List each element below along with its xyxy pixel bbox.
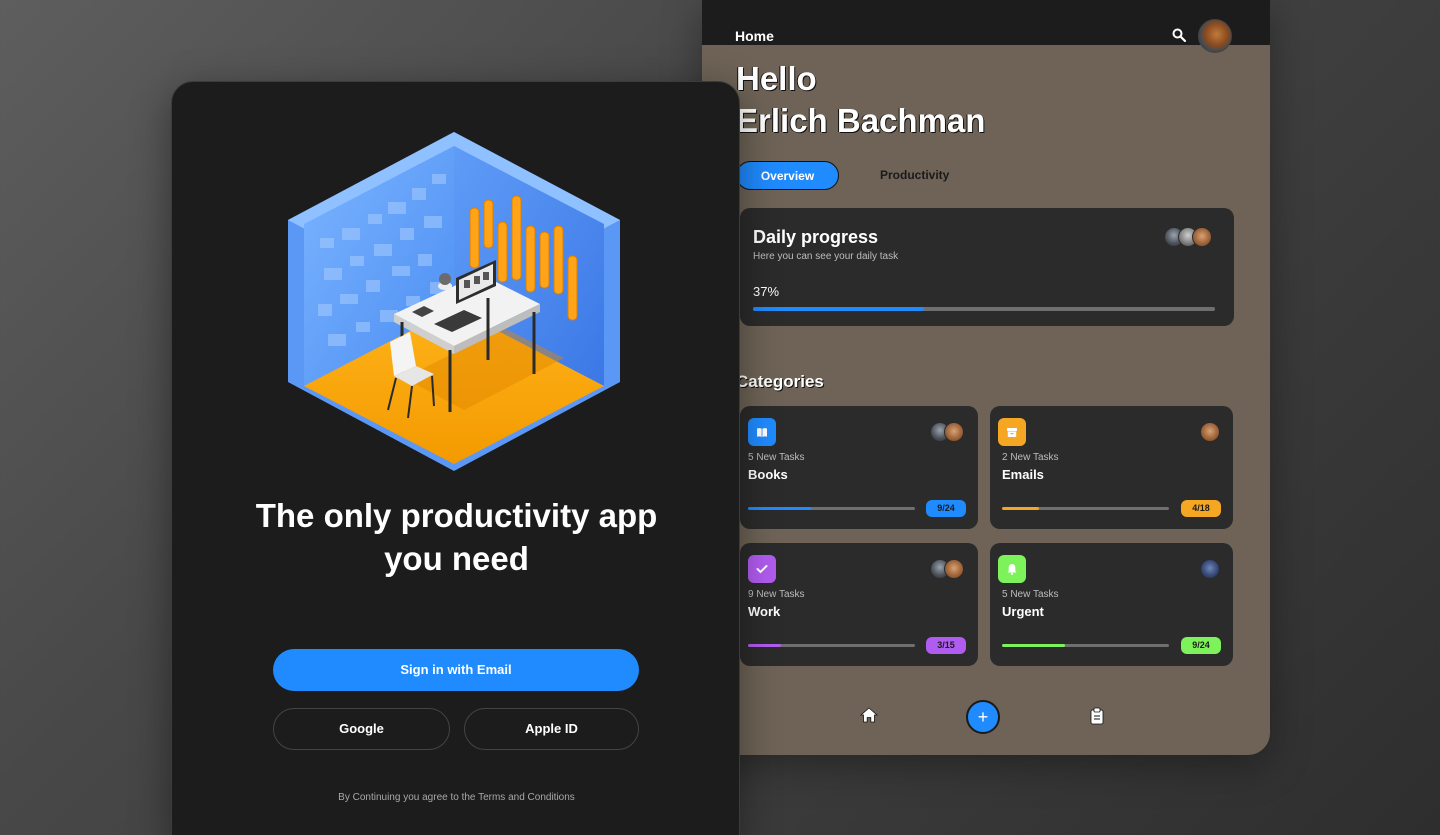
category-badge: 3/15 [926, 637, 966, 654]
category-task-count: 9 New Tasks [748, 589, 805, 600]
check-icon [748, 555, 776, 583]
category-avatars [1200, 422, 1220, 442]
profile-avatar[interactable] [1198, 19, 1232, 53]
tab-overview[interactable]: Overview [736, 161, 839, 190]
category-avatars [1200, 559, 1220, 579]
category-badge: 9/24 [926, 500, 966, 517]
category-task-count: 5 New Tasks [1002, 589, 1059, 600]
category-task-count: 5 New Tasks [748, 452, 805, 463]
home-icon[interactable] [860, 706, 878, 724]
category-card-urgent[interactable]: 5 New Tasks Urgent 9/24 [990, 543, 1233, 666]
add-task-button[interactable]: + [966, 700, 1000, 734]
greeting: Hello Erlich Bachman [736, 58, 985, 142]
google-signin-button[interactable]: Google [273, 708, 450, 750]
search-icon[interactable] [1172, 28, 1186, 42]
signin-headline: The only productivity app you need [172, 494, 741, 580]
daily-progress-subtitle: Here you can see your daily task [753, 251, 899, 262]
category-avatars [930, 559, 964, 579]
daily-progress-percent: 37% [753, 284, 780, 299]
category-name: Work [748, 604, 781, 619]
category-name: Books [748, 467, 788, 482]
signin-screen: The only productivity app you need Sign … [171, 81, 740, 835]
category-name: Urgent [1002, 604, 1044, 619]
archive-icon [998, 418, 1026, 446]
categories-heading: Categories [736, 372, 824, 391]
daily-progress-card[interactable]: Daily progress Here you can see your dai… [740, 208, 1234, 326]
category-progress-bar [748, 507, 915, 510]
greeting-user-name: Erlich Bachman [736, 102, 986, 139]
bottom-nav: + [702, 690, 1270, 750]
category-task-count: 2 New Tasks [1002, 452, 1059, 463]
category-name: Emails [1002, 467, 1044, 482]
headline-line-1: The only productivity app [255, 497, 658, 534]
tab-productivity[interactable]: Productivity [880, 168, 949, 182]
category-progress-fill [748, 644, 782, 647]
category-progress-fill [1002, 507, 1039, 510]
clipboard-icon[interactable] [1089, 707, 1105, 725]
daily-progress-fill [753, 307, 924, 311]
avatar [1200, 422, 1220, 442]
category-card-work[interactable]: 9 New Tasks Work 3/15 [740, 543, 978, 666]
greeting-hello: Hello [736, 60, 817, 97]
team-avatars [1164, 227, 1212, 247]
category-card-books[interactable]: 5 New Tasks Books 9/24 [740, 406, 978, 529]
workspace-illustration [288, 132, 620, 471]
avatar [1192, 227, 1212, 247]
category-badge: 4/18 [1181, 500, 1221, 517]
book-icon [748, 418, 776, 446]
category-avatars [930, 422, 964, 442]
avatar [944, 422, 964, 442]
avatar [944, 559, 964, 579]
daily-progress-title: Daily progress [753, 227, 879, 247]
top-bar: Home [702, 0, 1270, 53]
headline-line-2: you need [384, 540, 529, 577]
category-card-emails[interactable]: 2 New Tasks Emails 4/18 [990, 406, 1233, 529]
sign-in-email-button[interactable]: Sign in with Email [273, 649, 639, 691]
category-progress-fill [748, 507, 811, 510]
category-progress-bar [748, 644, 915, 647]
apple-id-signin-button[interactable]: Apple ID [464, 708, 639, 750]
category-badge: 9/24 [1181, 637, 1221, 654]
category-progress-fill [1002, 644, 1065, 647]
daily-progress-bar [753, 307, 1215, 311]
category-progress-bar [1002, 507, 1169, 510]
avatar [1200, 559, 1220, 579]
bell-icon [998, 555, 1026, 583]
home-title: Home [735, 28, 774, 44]
category-progress-bar [1002, 644, 1169, 647]
terms-notice: By Continuing you agree to the Terms and… [338, 792, 575, 803]
dashboard-screen: Home Hello Erlich Bachman Overview Produ… [702, 0, 1270, 755]
